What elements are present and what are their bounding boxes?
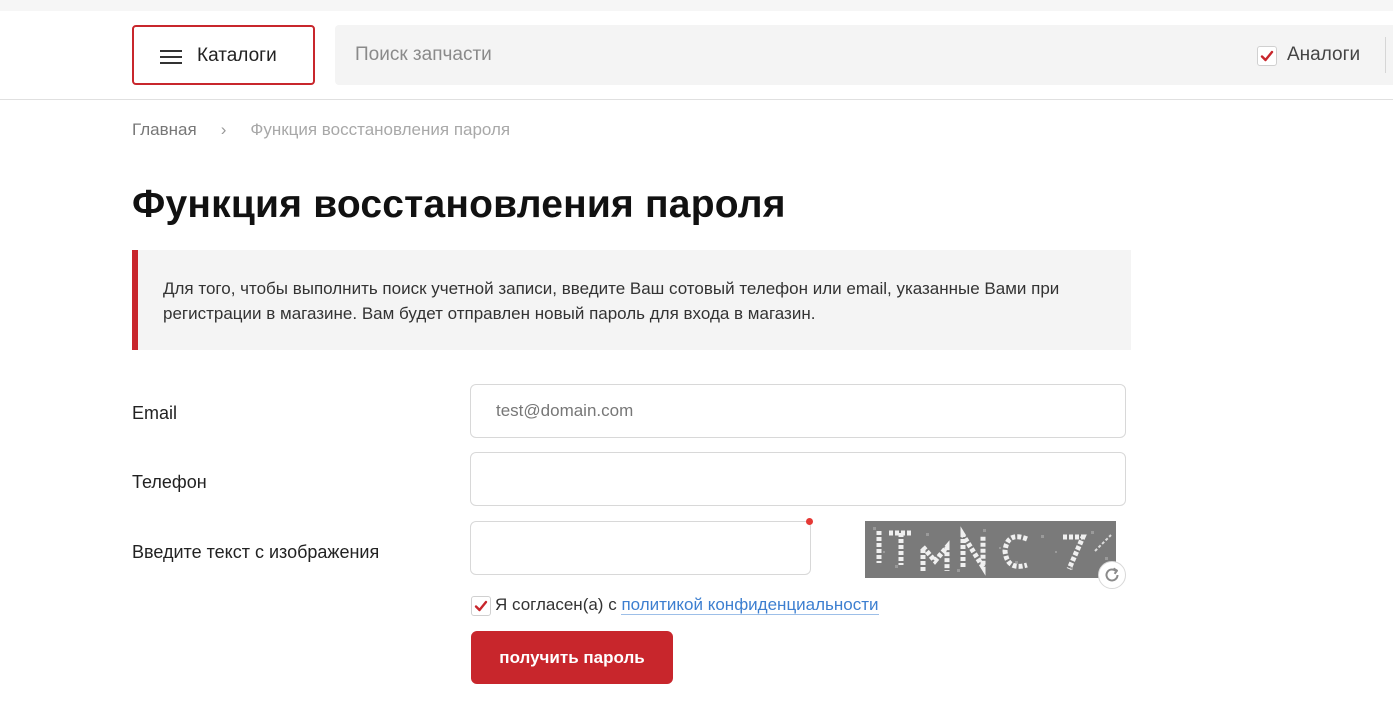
breadcrumb-separator-icon: › <box>220 120 227 139</box>
privacy-consent-checkbox[interactable] <box>471 596 491 616</box>
breadcrumb-current: Функция восстановления пароля <box>250 120 511 139</box>
phone-field[interactable] <box>470 452 1126 506</box>
search-divider <box>1385 37 1386 73</box>
checkmark-icon <box>1260 50 1274 62</box>
phone-label: Телефон <box>132 472 207 492</box>
refresh-icon <box>1105 567 1119 582</box>
info-notice: Для того, чтобы выполнить поиск учетной … <box>132 250 1131 350</box>
required-indicator <box>806 518 813 525</box>
checkmark-icon <box>474 600 488 612</box>
breadcrumb: Главная › Функция восстановления пароля <box>132 120 510 140</box>
hamburger-menu-icon <box>160 50 182 64</box>
analogs-checkbox[interactable] <box>1257 46 1277 66</box>
page-title: Функция восстановления пароля <box>132 183 786 226</box>
catalog-button[interactable]: Каталоги <box>132 25 315 85</box>
captcha-label: Введите текст с изображения <box>132 542 380 562</box>
captcha-input[interactable] <box>470 521 811 575</box>
info-notice-text: Для того, чтобы выполнить поиск учетной … <box>163 279 1060 323</box>
site-header: Каталоги Аналоги <box>0 11 1393 100</box>
breadcrumb-home-link[interactable]: Главная <box>132 120 197 140</box>
catalog-button-label: Каталоги <box>197 45 277 66</box>
email-label: Email <box>132 403 178 423</box>
search-bar: Аналоги <box>335 25 1393 85</box>
get-password-button[interactable]: получить пароль <box>471 631 673 684</box>
captcha-image <box>865 521 1116 578</box>
email-field[interactable] <box>470 384 1126 438</box>
privacy-consent-text: Я согласен(а) с политикой конфиденциальн… <box>495 595 879 615</box>
search-input[interactable] <box>335 25 1235 85</box>
captcha-noise <box>865 521 1116 578</box>
privacy-consent-prefix: Я согласен(а) с <box>495 595 617 614</box>
analogs-label: Аналоги <box>1287 44 1361 65</box>
captcha-refresh-button[interactable] <box>1098 561 1126 589</box>
top-strip <box>0 0 1393 11</box>
privacy-policy-link[interactable]: политикой конфиденциальности <box>621 595 879 615</box>
